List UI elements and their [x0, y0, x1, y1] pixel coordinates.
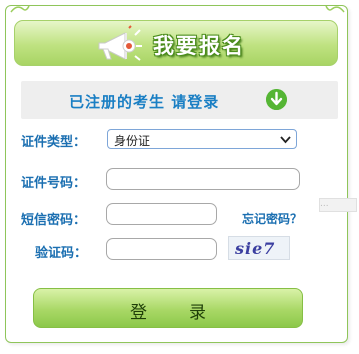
id-type-label: 证件类型：: [21, 135, 87, 150]
sms-password-label: 短信密码：: [21, 213, 87, 228]
login-prompt-text: 已注册的考生 请登录: [69, 93, 220, 111]
login-button[interactable]: 登录: [33, 288, 303, 328]
login-button-label: 登录: [130, 303, 248, 323]
corner-ornament-right: [325, 5, 345, 13]
captcha-input[interactable]: [106, 238, 217, 260]
page-title: 我要报名: [153, 34, 245, 58]
forgot-password-link[interactable]: 忘记密码？: [242, 210, 302, 227]
id-number-label: 证件号码：: [21, 176, 87, 191]
corner-ornament-left: [10, 5, 30, 13]
captcha-label: 验证码：: [35, 246, 88, 261]
arrow-down-icon[interactable]: [266, 89, 287, 110]
chevron-down-icon[interactable]: [280, 134, 291, 145]
header-banner: 我要报名: [14, 20, 338, 66]
id-number-input[interactable]: [106, 168, 300, 190]
ghost-placeholder-text: ...: [320, 199, 329, 209]
id-type-select[interactable]: 身份证: [107, 129, 297, 149]
ghost-placeholder-box: ...: [319, 198, 357, 212]
megaphone-icon: [98, 25, 142, 61]
sms-password-input[interactable]: [106, 203, 217, 225]
id-type-selected-value: 身份证: [114, 134, 151, 148]
captcha-image[interactable]: sie7: [228, 236, 290, 260]
captcha-image-text: sie7: [235, 239, 276, 258]
login-prompt-bar[interactable]: 已注册的考生 请登录: [21, 81, 338, 119]
